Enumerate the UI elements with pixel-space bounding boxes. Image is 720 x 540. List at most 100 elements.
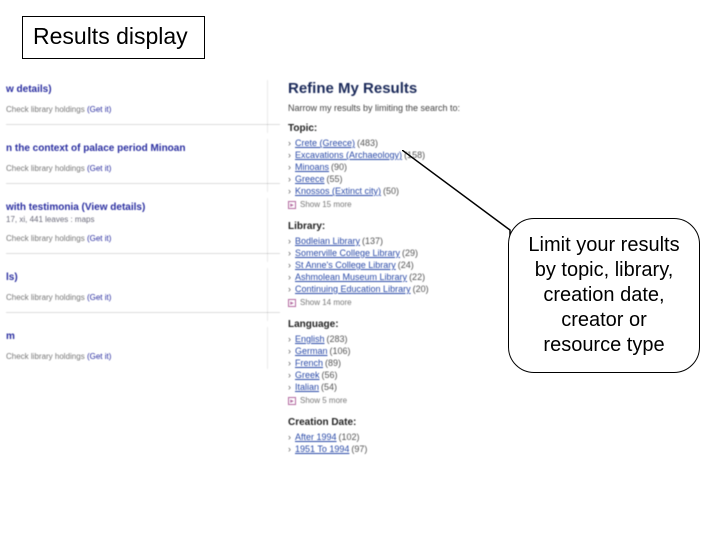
facet-item[interactable]: ›Somerville College Library(29) (288, 248, 508, 258)
facet-item[interactable]: ›English(283) (288, 334, 508, 344)
chevron-right-icon: › (288, 186, 291, 196)
facet-link[interactable]: Crete (Greece) (295, 138, 355, 148)
facet-count: (158) (404, 150, 425, 160)
facet-library: Library: ›Bodleian Library(137) ›Somervi… (288, 221, 508, 307)
result-item: w details) Check library holdings (Get i… (0, 80, 280, 133)
facet-item[interactable]: › 1951 To 1994(97) (288, 444, 508, 454)
facet-item[interactable]: › Italian(54) (288, 382, 508, 392)
result-title-link[interactable]: n the context of palace period Minoan (6, 143, 185, 154)
show-more-link[interactable]: ▸Show 14 more (288, 298, 508, 307)
facet-title: Creation Date: (288, 417, 508, 428)
facet-item[interactable]: ›Ashmolean Museum Library(22) (288, 272, 508, 282)
page-title: Results display (22, 16, 205, 59)
facet-topic: Topic: ›Crete (Greece)(483) ›Excavations… (288, 123, 508, 209)
result-title-link[interactable]: with testimonia (View details) (6, 202, 145, 213)
chevron-right-icon: › (288, 260, 291, 270)
facet-link[interactable]: Excavations (Archaeology) (295, 150, 402, 160)
chevron-right-icon: › (288, 138, 291, 148)
facet-language: Language: ›English(283) ›German(106) ›Fr… (288, 319, 508, 405)
get-it-link[interactable]: (Get it) (87, 352, 111, 361)
holdings-line: Check library holdings (Get it) (6, 234, 280, 243)
expand-icon: ▸ (288, 397, 296, 405)
results-column: w details) Check library holdings (Get i… (0, 80, 280, 375)
facet-count: (89) (325, 358, 341, 368)
result-title-link[interactable]: m (6, 331, 15, 342)
callout-text: Limit your results by topic, library, cr… (528, 234, 679, 356)
result-item: m Check library holdings (Get it) (0, 327, 280, 369)
facet-link[interactable]: Bodleian Library (295, 236, 360, 246)
facet-link[interactable]: French (295, 358, 323, 368)
facet-link[interactable]: Minoans (295, 162, 329, 172)
facet-link[interactable]: Knossos (Extinct city) (295, 186, 381, 196)
facet-item[interactable]: › Greece(55) (288, 174, 508, 184)
chevron-right-icon: › (288, 174, 291, 184)
expand-icon: ▸ (288, 299, 296, 307)
chevron-right-icon: › (288, 382, 291, 392)
chevron-right-icon: › (288, 150, 291, 160)
facet-count: (90) (331, 162, 347, 172)
holdings-label: Check library holdings (6, 164, 85, 173)
holdings-label: Check library holdings (6, 352, 85, 361)
facet-creation-date: Creation Date: › After 1994(102) › 1951 To… (288, 417, 508, 454)
chevron-right-icon: › (288, 284, 291, 294)
facet-link[interactable]: Greek (295, 370, 320, 380)
facet-link[interactable]: Continuing Education Library (295, 284, 411, 294)
holdings-label: Check library holdings (6, 293, 85, 302)
result-meta: 17, xi, 441 leaves : maps (6, 215, 280, 224)
facet-link[interactable]: 1951 To 1994 (295, 444, 349, 454)
facet-count: (283) (327, 334, 348, 344)
result-item: with testimonia (View details) 17, xi, 4… (0, 198, 280, 262)
facet-count: (50) (383, 186, 399, 196)
get-it-link[interactable]: (Get it) (87, 234, 111, 243)
chevron-right-icon: › (288, 370, 291, 380)
get-it-link[interactable]: (Get it) (87, 105, 111, 114)
facet-count: (54) (321, 382, 337, 392)
facet-item[interactable]: ›German(106) (288, 346, 508, 356)
facet-link[interactable]: Ashmolean Museum Library (295, 272, 407, 282)
refine-heading: Refine My Results (288, 80, 508, 97)
callout-bubble: Limit your results by topic, library, cr… (508, 218, 700, 373)
facet-link[interactable]: After 1994 (295, 432, 337, 442)
facet-link[interactable]: German (295, 346, 328, 356)
chevron-right-icon: › (288, 162, 291, 172)
facet-item[interactable]: › After 1994(102) (288, 432, 508, 442)
get-it-link[interactable]: (Get it) (87, 164, 111, 173)
facet-title: Language: (288, 319, 508, 330)
facet-item[interactable]: › Excavations (Archaeology)(158) (288, 150, 508, 160)
holdings-line: Check library holdings (Get it) (6, 105, 280, 114)
facet-link[interactable]: English (295, 334, 325, 344)
facet-item[interactable]: › Knossos (Extinct city)(50) (288, 186, 508, 196)
facet-item[interactable]: › Minoans(90) (288, 162, 508, 172)
result-title-link[interactable]: w details) (6, 84, 52, 95)
facet-title: Library: (288, 221, 508, 232)
facet-count: (102) (339, 432, 360, 442)
chevron-right-icon: › (288, 432, 291, 442)
result-title-link[interactable]: ls) (6, 272, 18, 283)
facet-link[interactable]: St Anne's College Library (295, 260, 396, 270)
facet-link[interactable]: Somerville College Library (295, 248, 400, 258)
holdings-label: Check library holdings (6, 105, 85, 114)
facet-link[interactable]: Greece (295, 174, 325, 184)
chevron-right-icon: › (288, 236, 291, 246)
refine-panel: Refine My Results Narrow my results by l… (288, 80, 508, 540)
facet-count: (24) (398, 260, 414, 270)
get-it-link[interactable]: (Get it) (87, 293, 111, 302)
chevron-right-icon: › (288, 444, 291, 454)
facet-item[interactable]: › Continuing Education Library(20) (288, 284, 508, 294)
facet-count: (20) (413, 284, 429, 294)
facet-count: (55) (327, 174, 343, 184)
facet-count: (29) (402, 248, 418, 258)
facet-item[interactable]: › St Anne's College Library(24) (288, 260, 508, 270)
chevron-right-icon: › (288, 358, 291, 368)
facet-item[interactable]: › French(89) (288, 358, 508, 368)
facet-item[interactable]: ›Greek(56) (288, 370, 508, 380)
show-more-link[interactable]: ▸Show 15 more (288, 200, 508, 209)
facet-item[interactable]: ›Bodleian Library(137) (288, 236, 508, 246)
facet-count: (483) (357, 138, 378, 148)
expand-icon: ▸ (288, 201, 296, 209)
holdings-label: Check library holdings (6, 234, 85, 243)
facet-item[interactable]: › Crete (Greece)(483) (288, 138, 508, 148)
facet-count: (97) (351, 444, 367, 454)
facet-link[interactable]: Italian (295, 382, 319, 392)
show-more-link[interactable]: ▸Show 5 more (288, 396, 508, 405)
